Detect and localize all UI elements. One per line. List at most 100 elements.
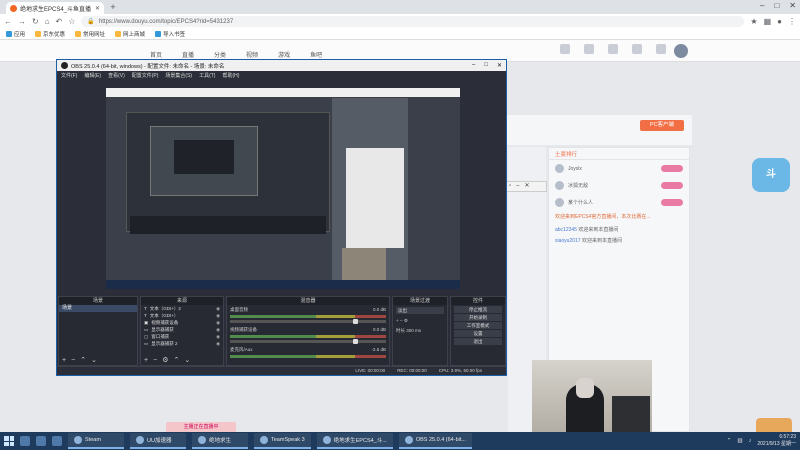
source-item[interactable]: T 文本（GDI+） ◉ <box>141 312 223 319</box>
network-icon[interactable]: ▥ <box>737 438 742 444</box>
menu-view[interactable]: 查看(V) <box>108 72 125 79</box>
bookmark-star-icon[interactable]: ☆ <box>68 17 75 26</box>
nav-game[interactable]: 游戏 <box>278 50 290 59</box>
star-icon[interactable]: ★ <box>750 17 757 26</box>
taskbar-pubg[interactable]: 绝地求生 <box>192 433 248 449</box>
menu-scene-collection[interactable]: 场景集合(S) <box>165 72 192 79</box>
forward-icon[interactable]: → <box>18 17 26 26</box>
transition-select[interactable]: 淡出 <box>396 307 444 314</box>
visibility-icon[interactable]: ◉ <box>216 305 220 312</box>
rank-row[interactable]: Joyslx <box>549 160 689 177</box>
history-icon[interactable] <box>560 44 570 54</box>
studio-mode-button[interactable]: 工作室模式 <box>454 322 502 329</box>
bookmark-import[interactable]: 导入书签 <box>155 30 185 38</box>
maximize-icon[interactable]: □ <box>774 1 779 10</box>
remove-icon[interactable]: − <box>71 356 75 365</box>
bookmark-common[interactable]: 常用网址 <box>75 30 105 38</box>
move-down-icon[interactable]: ⌄ <box>184 356 190 365</box>
minimize-icon[interactable]: – <box>760 1 764 10</box>
rank-header[interactable]: 土豪排行 <box>549 148 689 160</box>
live-icon[interactable] <box>656 44 666 54</box>
taskbar-teamspeak[interactable]: TeamSpeak 3 <box>254 433 311 449</box>
home-icon[interactable]: ⌂ <box>45 17 50 26</box>
start-recording-button[interactable]: 开始录制 <box>454 314 502 321</box>
footer-banner[interactable]: 主播正在直播中 <box>166 422 236 432</box>
message-icon[interactable] <box>608 44 618 54</box>
remove-icon[interactable]: − <box>400 318 403 323</box>
download-icon[interactable] <box>632 44 642 54</box>
file-explorer-icon[interactable] <box>36 436 46 446</box>
nav-home[interactable]: 首页 <box>150 50 162 59</box>
nav-fishbar[interactable]: 鱼吧 <box>310 50 322 59</box>
address-bar[interactable]: 🔒 https://www.douyu.com/topic/EPCS4?rid=… <box>81 16 745 27</box>
taskbar-steam[interactable]: Steam <box>68 433 124 449</box>
chat-user[interactable]: abc12345 <box>555 227 577 233</box>
menu-profile[interactable]: 配置文件(P) <box>132 72 159 79</box>
reload-icon[interactable]: ↻ <box>32 17 39 26</box>
follow-icon[interactable] <box>584 44 594 54</box>
close-icon[interactable]: ✕ <box>524 182 529 191</box>
bookmark-jd[interactable]: 京东优惠 <box>35 30 65 38</box>
menu-icon[interactable]: ⋮ <box>788 17 796 26</box>
duration-input[interactable]: 300 ms <box>406 328 421 333</box>
pc-client-button[interactable]: PC客户端 <box>640 120 684 131</box>
gear-icon[interactable]: ⚙ <box>162 356 168 365</box>
restore-icon[interactable]: ▫ <box>509 182 511 191</box>
profile-icon[interactable]: ● <box>777 17 782 26</box>
bookmark-mall[interactable]: 网上商城 <box>115 30 145 38</box>
menu-file[interactable]: 文件(F) <box>61 72 77 79</box>
taskbar-uu[interactable]: UU加速器 <box>130 433 186 449</box>
move-down-icon[interactable]: ⌄ <box>91 356 97 365</box>
settings-button[interactable]: 设置 <box>454 330 502 337</box>
move-up-icon[interactable]: ⌃ <box>173 356 179 365</box>
taskbar-clock[interactable]: 6:57:23 2021/9/13 星期一 <box>757 434 796 448</box>
maximize-icon[interactable]: □ <box>484 62 488 69</box>
close-tab-icon[interactable]: ✕ <box>95 5 100 12</box>
visibility-icon[interactable]: ◉ <box>216 319 220 326</box>
volume-slider[interactable] <box>230 319 386 324</box>
tray-arrow-icon[interactable]: ⌃ <box>727 438 732 444</box>
visibility-icon[interactable]: ◉ <box>216 312 220 319</box>
rank-row[interactable]: 冰狐无敌 <box>549 177 689 194</box>
add-icon[interactable]: + <box>62 356 66 365</box>
stop-streaming-button[interactable]: 停止推流 <box>454 306 502 313</box>
menu-help[interactable]: 帮助(H) <box>222 72 239 79</box>
volume-slider[interactable] <box>230 339 386 344</box>
rank-row[interactable]: 某个什么人 <box>549 194 689 211</box>
source-item[interactable]: T 文本（GDI+）2 ◉ <box>141 305 223 312</box>
extension-icon[interactable]: ▦ <box>764 17 772 26</box>
gear-icon[interactable]: ⚙ <box>404 318 408 323</box>
nav-video[interactable]: 视频 <box>246 50 258 59</box>
visibility-icon[interactable]: ◉ <box>216 340 220 347</box>
obs-preview[interactable] <box>106 88 460 289</box>
add-icon[interactable]: + <box>144 356 148 365</box>
source-item[interactable]: ▢ 窗口捕获 ◉ <box>141 333 223 340</box>
taskbar-obs[interactable]: OBS 25.0.4 (64-bit... <box>398 433 472 449</box>
visibility-icon[interactable]: ◉ <box>216 333 220 340</box>
taskbar-browser[interactable]: 绝地求生EPCS4_斗... <box>316 433 393 449</box>
menu-tools[interactable]: 工具(T) <box>199 72 215 79</box>
menu-edit[interactable]: 编辑(E) <box>84 72 101 79</box>
source-item[interactable]: ▣ 视频捕获设备 ◉ <box>141 319 223 326</box>
source-item[interactable]: ▭ 显示器捕获 ◉ <box>141 326 223 333</box>
store-icon[interactable] <box>52 436 62 446</box>
source-item[interactable]: ▭ 显示器捕获 2 ◉ <box>141 340 223 347</box>
undo-icon[interactable]: ↶ <box>56 17 63 26</box>
bookmark-apps[interactable]: 应用 <box>6 30 25 38</box>
back-icon[interactable]: ← <box>4 17 12 26</box>
windows-start-icon[interactable] <box>4 436 14 446</box>
visibility-icon[interactable]: ◉ <box>216 326 220 333</box>
browser-tab[interactable]: 绝地求生EPCS4_斗鱼直播 ✕ <box>6 2 104 14</box>
nav-category[interactable]: 分类 <box>214 50 226 59</box>
close-window-icon[interactable]: ✕ <box>789 1 796 10</box>
volume-icon[interactable]: ♪ <box>749 438 752 444</box>
remove-icon[interactable]: − <box>153 356 157 365</box>
scene-item[interactable]: 场景 <box>59 305 137 312</box>
nav-live[interactable]: 直播 <box>182 50 194 59</box>
minimize-icon[interactable]: – <box>472 62 475 69</box>
close-icon[interactable]: ✕ <box>497 62 502 69</box>
user-avatar[interactable] <box>674 44 688 58</box>
chat-user[interactable]: xiaoyu2017 <box>555 238 581 244</box>
minimize-icon[interactable]: – <box>516 182 519 191</box>
add-icon[interactable]: + <box>396 318 399 323</box>
